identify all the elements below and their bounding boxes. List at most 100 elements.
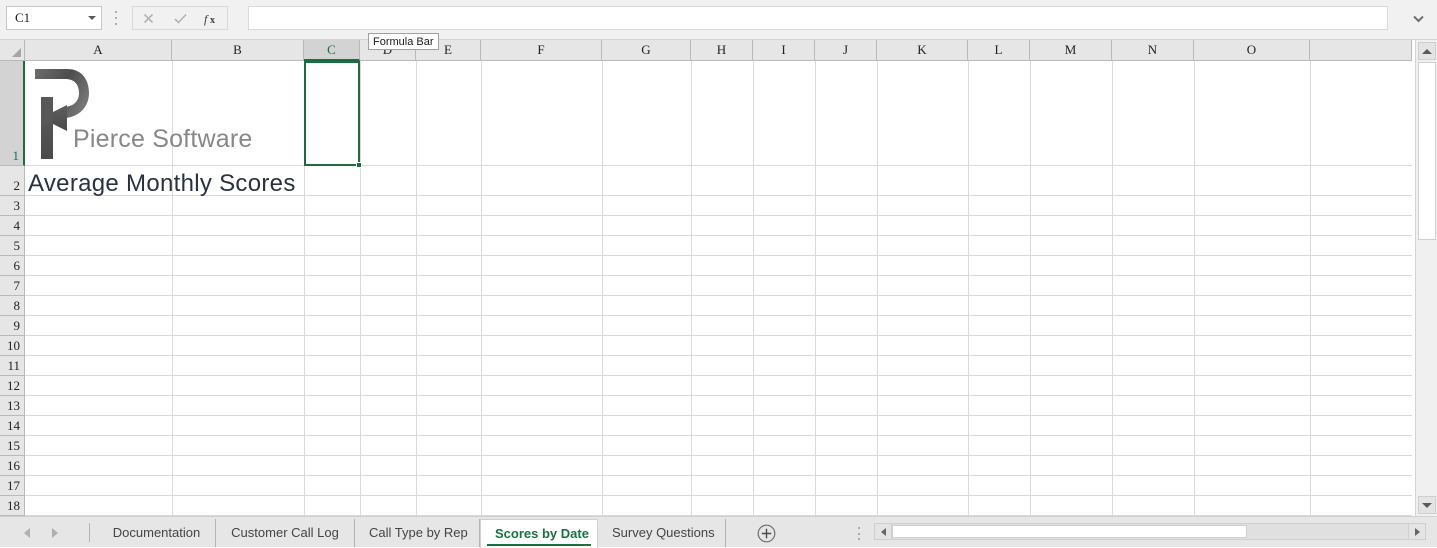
scroll-right-button[interactable] — [1408, 524, 1425, 539]
name-box-drag-handle[interactable] — [114, 11, 118, 25]
row-header-2[interactable]: 2 — [0, 166, 24, 196]
column-header-label: M — [1064, 42, 1077, 57]
column-header-label: F — [537, 42, 545, 57]
row-header-10[interactable]: 10 — [0, 336, 24, 356]
row-header-18[interactable]: 18 — [0, 496, 24, 516]
column-header-k[interactable]: K — [877, 40, 968, 60]
column-header-label: L — [994, 42, 1003, 57]
sheet-tab-documentation[interactable]: Documentation — [98, 519, 216, 547]
add-sheet-button[interactable] — [755, 523, 777, 543]
row-header-11[interactable]: 11 — [0, 356, 24, 376]
column-header-h[interactable]: H — [691, 40, 753, 60]
scroll-up-button[interactable] — [1418, 42, 1436, 60]
row-header-label: 4 — [13, 218, 21, 233]
chevron-down-icon — [1412, 15, 1424, 22]
next-sheet-button[interactable] — [44, 524, 66, 542]
column-header-l[interactable]: L — [968, 40, 1030, 60]
close-x-icon — [143, 13, 154, 23]
chevron-down-icon[interactable] — [83, 7, 101, 29]
row-header-label: 1 — [12, 148, 20, 163]
row-header-3[interactable]: 3 — [0, 196, 24, 216]
grid-column-line — [753, 61, 754, 516]
previous-sheet-button[interactable] — [16, 524, 38, 542]
horizontal-scrollbar[interactable] — [874, 523, 1426, 540]
row-header-label: 14 — [7, 418, 20, 433]
row-header-1[interactable]: 1 — [0, 61, 25, 166]
vertical-scrollbar[interactable] — [1415, 40, 1437, 516]
column-header-label: A — [93, 42, 103, 57]
select-all-corner-button[interactable] — [0, 40, 25, 61]
column-header-o[interactable]: O — [1194, 40, 1310, 60]
row-header-label: 3 — [13, 198, 21, 213]
row-header-8[interactable]: 8 — [0, 296, 24, 316]
column-header-i[interactable]: I — [753, 40, 815, 60]
column-header-label: E — [444, 42, 452, 57]
row-header-label: 9 — [13, 318, 21, 333]
scroll-down-button[interactable] — [1418, 496, 1436, 514]
column-header-j[interactable]: J — [815, 40, 877, 60]
grid-row-line — [25, 395, 1412, 396]
sheet-tab-survey-questions[interactable]: Survey Questions — [598, 519, 726, 547]
column-header-partial[interactable] — [1310, 40, 1412, 60]
grid-column-line — [360, 61, 361, 516]
row-header-label: 10 — [7, 338, 20, 353]
row-header-14[interactable]: 14 — [0, 416, 24, 436]
column-header-m[interactable]: M — [1030, 40, 1112, 60]
corner-triangle-icon — [12, 48, 21, 57]
column-header-a[interactable]: A — [25, 40, 172, 60]
confirm-entry-button[interactable] — [164, 6, 196, 30]
column-header-f[interactable]: F — [481, 40, 602, 60]
grid-row-line — [25, 435, 1412, 436]
fill-handle[interactable] — [356, 162, 362, 168]
column-header-b[interactable]: B — [172, 40, 304, 60]
sheet-tab-customer-call-log[interactable]: Customer Call Log — [216, 519, 355, 547]
column-headers: ABCDEFGHIJKLMNO — [25, 40, 1412, 61]
name-box[interactable]: C1 — [6, 6, 102, 30]
checkmark-icon — [173, 13, 187, 24]
column-header-g[interactable]: G — [602, 40, 691, 60]
grid-row-line — [25, 315, 1412, 316]
row-header-12[interactable]: 12 — [0, 376, 24, 396]
column-header-n[interactable]: N — [1112, 40, 1194, 60]
grid-column-line — [602, 61, 603, 516]
insert-function-button[interactable]: f x — [196, 6, 228, 30]
formula-bar-tooltip: Formula Bar — [368, 33, 439, 50]
expand-formula-bar-button[interactable] — [1405, 6, 1431, 30]
row-header-4[interactable]: 4 — [0, 216, 24, 236]
scroll-left-button[interactable] — [875, 524, 892, 539]
formula-input[interactable] — [248, 6, 1388, 30]
spreadsheet-grid: ABCDEFGHIJKLMNO 123456789101112131415161… — [0, 40, 1437, 516]
vertical-scroll-thumb[interactable] — [1418, 62, 1436, 240]
grid-column-line — [416, 61, 417, 516]
column-header-c[interactable]: C — [304, 40, 360, 61]
row-header-15[interactable]: 15 — [0, 436, 24, 456]
row-header-label: 6 — [13, 258, 21, 273]
triangle-down-icon — [1422, 502, 1432, 508]
cells-canvas[interactable]: Pierce Software Average Monthly Scores — [25, 61, 1412, 516]
row-header-9[interactable]: 9 — [0, 316, 24, 336]
row-header-label: 18 — [7, 498, 20, 513]
row-header-7[interactable]: 7 — [0, 276, 24, 296]
tab-bar-drag-handle[interactable] — [857, 527, 861, 540]
horizontal-scroll-thumb[interactable] — [892, 525, 1247, 538]
row-header-16[interactable]: 16 — [0, 456, 24, 476]
row-header-label: 2 — [13, 178, 21, 193]
row-header-13[interactable]: 13 — [0, 396, 24, 416]
row-header-17[interactable]: 17 — [0, 476, 24, 496]
cell-selection-rectangle — [304, 61, 360, 166]
row-header-5[interactable]: 5 — [0, 236, 24, 256]
grid-column-line — [1112, 61, 1113, 516]
grid-column-line — [481, 61, 482, 516]
sheet-tab-scores-by-date[interactable]: Scores by Date — [480, 519, 598, 548]
sheet-tab-call-type-by-rep[interactable]: Call Type by Rep — [355, 519, 480, 547]
grid-column-line — [1310, 61, 1311, 516]
row-header-label: 17 — [7, 478, 20, 493]
cancel-entry-button[interactable] — [132, 6, 164, 30]
grid-row-line — [25, 235, 1412, 236]
row-header-label: 12 — [7, 378, 20, 393]
row-header-label: 15 — [7, 438, 20, 453]
formula-bar-row: C1 f x — [0, 0, 1437, 40]
row-header-6[interactable]: 6 — [0, 256, 24, 276]
row-headers: 12345678910111213141516171819 — [0, 61, 25, 516]
grid-row-line — [25, 165, 1412, 166]
